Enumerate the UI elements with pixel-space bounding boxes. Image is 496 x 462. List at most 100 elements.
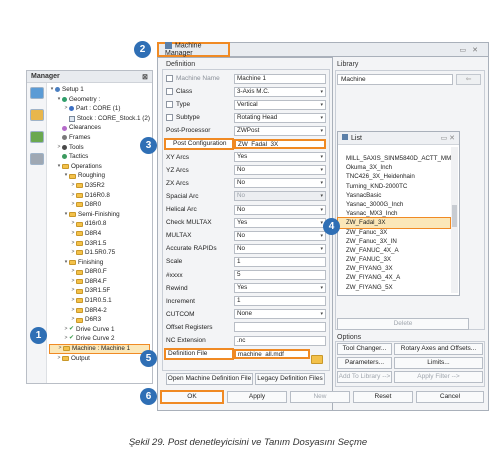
chevron-down-icon[interactable]: ▾	[320, 232, 323, 240]
cancel-button[interactable]: Cancel	[416, 391, 484, 403]
list-item[interactable]: Okuma_3X_Inch	[338, 163, 450, 172]
dropdown-field[interactable]: No ▾	[234, 230, 326, 241]
dropdown-field[interactable]: Yes ▾	[234, 152, 326, 163]
ok-button[interactable]: OK	[160, 390, 224, 404]
apply-filter-button[interactable]: Apply Filter -->	[394, 371, 483, 383]
library-back-icon[interactable]: ⇐	[456, 74, 481, 85]
list-item[interactable]: YasnacBasic	[338, 191, 450, 200]
tree-item[interactable]: > D8R0	[49, 200, 150, 210]
limits-button[interactable]: Limits...	[394, 357, 483, 369]
tool-changer-button[interactable]: Tool Changer...	[337, 343, 392, 355]
tree-item[interactable]: > D1.5R0.75	[49, 248, 150, 258]
text-field[interactable]: machine_all.mdf	[234, 348, 310, 359]
chevron-down-icon[interactable]: ▾	[320, 166, 323, 174]
dropdown-field[interactable]: No ▾	[234, 165, 326, 176]
chevron-down-icon[interactable]: ▾	[320, 88, 323, 96]
tree-item[interactable]: > d16r0.8	[49, 219, 150, 229]
text-field[interactable]: 1	[234, 296, 326, 307]
rotary-axes-button[interactable]: Rotary Axes and Offsets...	[394, 343, 483, 355]
list-item[interactable]: ZW_FANUC_4X_A	[338, 246, 450, 255]
text-field[interactable]: 1	[234, 256, 326, 267]
dropdown-field[interactable]: Rotating Head ▾	[234, 112, 326, 123]
dropdown-field[interactable]: No ▾	[234, 243, 326, 254]
chevron-down-icon[interactable]: ▾	[320, 192, 323, 200]
tree-item[interactable]: Tactics	[49, 152, 150, 162]
list-item[interactable]: ZW_FIYANG_3X	[338, 264, 450, 273]
chevron-down-icon[interactable]: ▾	[320, 114, 323, 122]
list-item[interactable]: MILL_5AXIS_SINM5840D_ACTT_MM	[338, 154, 451, 163]
list-item[interactable]: ZW_Fadal_3X	[337, 217, 451, 229]
tree-item[interactable]: > D8R4.F	[49, 277, 150, 287]
row-checkbox[interactable]	[166, 114, 173, 122]
add-to-library-button[interactable]: Add To Library -->	[337, 371, 392, 383]
folder-icon[interactable]	[30, 109, 44, 121]
tree-item[interactable]: > D3R1.5	[49, 239, 150, 249]
tree-item[interactable]: ▾ Finishing	[49, 258, 150, 268]
list-scroll-thumb[interactable]	[452, 205, 457, 227]
tree-item[interactable]: > Tools	[49, 143, 150, 153]
chevron-down-icon[interactable]: ▾	[320, 127, 323, 135]
open-machine-definition-button[interactable]: Open Machine Definition File	[166, 373, 253, 385]
new-button[interactable]: New	[290, 391, 350, 403]
list-item[interactable]: Turning_KND-2000TC	[338, 182, 450, 191]
settings-icon[interactable]	[30, 153, 44, 165]
text-field[interactable]: ZW_Fadal_3X	[234, 139, 326, 149]
tree-item[interactable]: > D3R1.5F	[49, 286, 150, 296]
text-field[interactable]	[234, 322, 326, 333]
list-item[interactable]: ZW_FIYANG_5X	[338, 283, 450, 292]
tree-item[interactable]: > ✔ Drive Curve 2	[49, 334, 150, 344]
window-close-icon[interactable]: ✕	[472, 47, 482, 54]
tree-item[interactable]: > D8R0.F	[49, 267, 150, 277]
chevron-down-icon[interactable]: ▾	[320, 153, 323, 161]
chevron-down-icon[interactable]: ▾	[320, 310, 323, 318]
tree-item[interactable]: > D6R3	[49, 315, 150, 325]
tree-item[interactable]: > D8R4	[49, 229, 150, 239]
list-item[interactable]: Yasnac_3000G_Inch	[338, 200, 450, 209]
chevron-down-icon[interactable]: ▾	[320, 206, 323, 214]
machining-icon[interactable]	[30, 87, 44, 99]
chevron-down-icon[interactable]: ▾	[320, 284, 323, 292]
row-checkbox[interactable]	[166, 74, 173, 82]
legacy-definition-files-button[interactable]: Legacy Definition Files	[255, 373, 325, 385]
list-item[interactable]: ZW_Fanuc_3X	[338, 228, 450, 237]
apply-button[interactable]: Apply	[227, 391, 287, 403]
tree-item[interactable]: ▾ Setup 1	[49, 85, 150, 95]
dropdown-field[interactable]: No ▾	[234, 204, 326, 215]
tree-item[interactable]: > Part : CORE (1)	[49, 104, 150, 114]
dropdown-field[interactable]: No ▾	[234, 191, 326, 202]
text-field[interactable]: Machine 1	[234, 73, 326, 84]
row-checkbox[interactable]	[166, 87, 173, 95]
list-item[interactable]: ZW_FANUC_3X	[338, 255, 450, 264]
browse-folder-icon[interactable]	[311, 355, 323, 364]
close-icon[interactable]: ⊠	[142, 73, 148, 81]
list-item[interactable]: TNC426_3X_Heidenhain	[338, 172, 450, 181]
tree-item[interactable]: > D1R0.5.1	[49, 296, 150, 306]
tree-item[interactable]: Frames	[49, 133, 150, 143]
list-item[interactable]: Yasnac_MX3_Inch	[338, 209, 450, 218]
list-window-controls-icon[interactable]: ▭ ✕	[441, 134, 455, 142]
row-checkbox[interactable]	[166, 101, 173, 109]
parameters-button[interactable]: Parameters...	[337, 357, 392, 369]
dropdown-field[interactable]: Vertical ▾	[234, 99, 326, 110]
tree-item[interactable]: > D35R2	[49, 181, 150, 191]
reset-button[interactable]: Reset	[353, 391, 413, 403]
tree-item[interactable]: ▾ Semi-Finishing	[49, 210, 150, 220]
tree-item[interactable]: ▾ Roughing	[49, 171, 150, 181]
tree-item[interactable]: Clearances	[49, 123, 150, 133]
tree-item[interactable]: Stock : CORE_Stock.1 (2)	[49, 114, 150, 124]
chevron-down-icon[interactable]: ▾	[320, 101, 323, 109]
list-item[interactable]: ZW_FIYANG_4X_A	[338, 273, 450, 282]
tree-item[interactable]: > D8R4-2	[49, 306, 150, 316]
tree-item[interactable]: ▾ Geometry :	[49, 95, 150, 105]
dropdown-field[interactable]: No ▾	[234, 178, 326, 189]
minimize-icon[interactable]: ▭	[460, 47, 471, 54]
text-field[interactable]: 5	[234, 270, 326, 280]
tree-item[interactable]: > ✔ Drive Curve 1	[49, 325, 150, 335]
dropdown-field[interactable]: None ▾	[234, 309, 326, 320]
list-item[interactable]: ZW_Fanuc_3X_IN	[338, 237, 450, 246]
chevron-down-icon[interactable]: ▾	[320, 179, 323, 187]
list-scrollbar[interactable]	[451, 147, 458, 293]
layers-icon[interactable]	[30, 131, 44, 143]
tree-item[interactable]: ▾ Operations	[49, 162, 150, 172]
text-field[interactable]: .nc	[234, 335, 326, 346]
